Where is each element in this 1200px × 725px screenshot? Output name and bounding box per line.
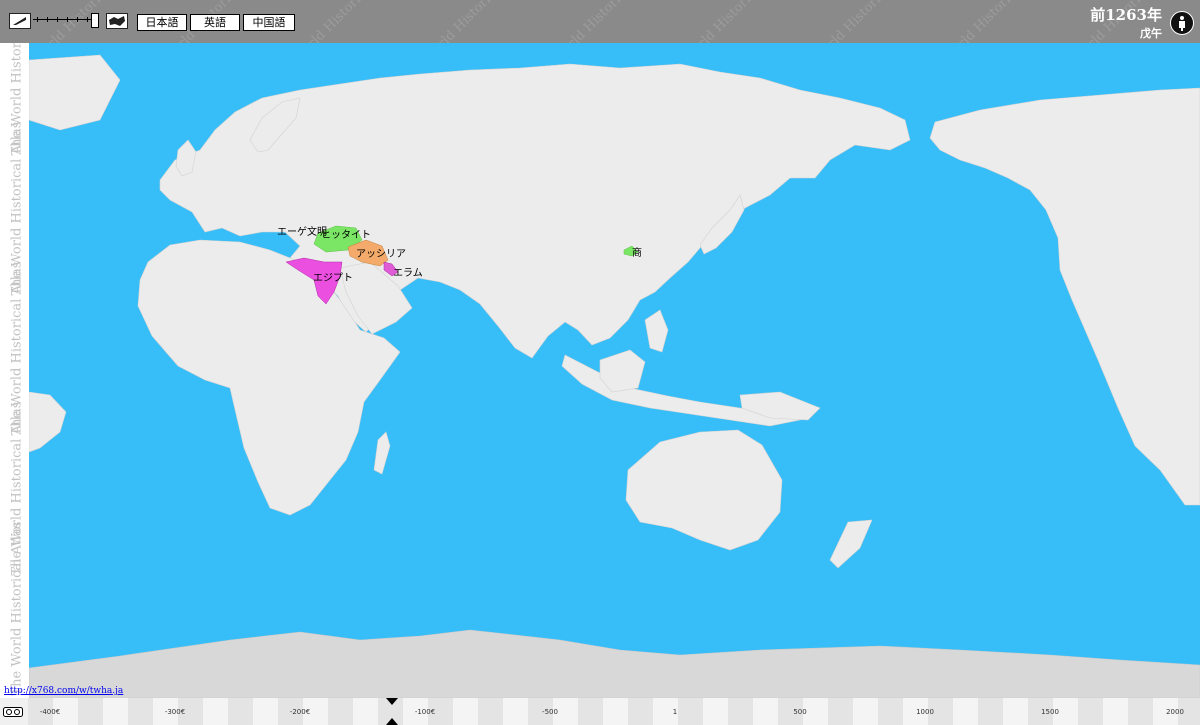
zoom-slider[interactable] xyxy=(33,12,103,28)
timeline-segment xyxy=(1103,698,1128,725)
left-watermark-strip: The World Historical Atlas The World His… xyxy=(0,43,29,698)
year-display: 前1263年 xyxy=(1090,6,1162,24)
lang-chinese-button[interactable]: 中国語 xyxy=(243,14,295,31)
south-america-landmass xyxy=(29,391,67,453)
watermark-text: The World Historical Atlas xyxy=(920,0,1054,43)
timeline-segment xyxy=(353,698,378,725)
label-hittite: ヒッタイト xyxy=(321,230,371,241)
timeline-label: -300€ xyxy=(164,708,186,716)
timeline-segment xyxy=(1128,698,1153,725)
timeline-label: 1500 xyxy=(1041,708,1059,716)
philippines-landmass xyxy=(644,309,669,353)
lang-english-button[interactable]: 英語 xyxy=(190,14,240,31)
timeline-bar[interactable]: -400€ -300€ -200€ -100€ -500 1 500 1000 … xyxy=(0,698,1200,725)
timeline-segment xyxy=(753,698,778,725)
timeline-segment xyxy=(228,698,253,725)
timeline-segment xyxy=(478,698,503,725)
sexagenary-cycle: 戊午 xyxy=(1140,27,1162,40)
watermark-text: The World Historical Atlas xyxy=(400,0,534,43)
lang-japanese-button[interactable]: 日本語 xyxy=(137,14,187,31)
borneo-landmass xyxy=(599,349,646,393)
label-aegean: エーゲ文明 xyxy=(277,227,327,238)
timeline-label: -100€ xyxy=(414,708,436,716)
timeline-label: -500 xyxy=(542,708,558,716)
timeline-segment xyxy=(978,698,1003,725)
timeline-label: -400€ xyxy=(39,708,61,716)
timeline-segment xyxy=(1078,698,1103,725)
north-america-landmass xyxy=(929,87,1200,506)
timeline-playback-icon[interactable] xyxy=(3,707,23,717)
label-shang: 商 xyxy=(632,248,642,259)
timeline-segment xyxy=(453,698,478,725)
timeline-segment xyxy=(678,698,703,725)
timeline-segment xyxy=(253,698,278,725)
timeline-label: 1 xyxy=(672,708,678,716)
timeline-segment xyxy=(603,698,628,725)
timeline-position-marker[interactable] xyxy=(386,698,398,725)
greenland-landmass xyxy=(29,54,121,131)
watermark-text: The World Historical Atlas xyxy=(530,0,664,43)
timeline-segment xyxy=(703,698,728,725)
timeline-segment xyxy=(103,698,128,725)
antarctica-landmass xyxy=(29,629,1200,698)
timeline-segment xyxy=(628,698,653,725)
timeline-segment xyxy=(803,698,828,725)
zoom-slider-thumb[interactable] xyxy=(91,13,99,28)
timeline-segment xyxy=(1003,698,1028,725)
label-elam: エラム xyxy=(393,268,423,279)
info-icon[interactable] xyxy=(1170,11,1194,35)
timeline-segment xyxy=(503,698,528,725)
timeline-segment xyxy=(728,698,753,725)
watermark-text: The World Historical Atlas xyxy=(660,0,794,43)
new-zealand-landmass xyxy=(829,519,873,569)
source-link[interactable]: http://x768.com/w/twha.ja xyxy=(4,686,123,696)
timeline-segment xyxy=(328,698,353,725)
world-map[interactable]: エーゲ文明 ヒッタイト アッシリア エジプト エラム 商 xyxy=(29,43,1200,698)
australia-landmass xyxy=(625,429,783,551)
timeline-segment xyxy=(578,698,603,725)
zoom-in-icon[interactable] xyxy=(106,13,128,29)
timeline-label: 2000 xyxy=(1166,708,1184,716)
top-toolbar: The World Historical Atlas The World His… xyxy=(0,0,1200,43)
timeline-segment xyxy=(203,698,228,725)
label-egypt: エジプト xyxy=(313,273,353,284)
madagascar-landmass xyxy=(373,431,391,475)
timeline-segment xyxy=(78,698,103,725)
watermark-text: The World Historical Atlas xyxy=(9,521,25,696)
timeline-segment xyxy=(878,698,903,725)
timeline-label: 1000 xyxy=(916,708,934,716)
timeline-label: -200€ xyxy=(289,708,311,716)
timeline-segment xyxy=(853,698,878,725)
timeline-segment xyxy=(828,698,853,725)
zoom-out-icon[interactable] xyxy=(9,13,31,29)
timeline-label: 500 xyxy=(793,708,807,716)
label-assyria: アッシリア xyxy=(356,249,406,260)
timeline-segment xyxy=(128,698,153,725)
land-masses xyxy=(29,54,1200,569)
timeline-segment xyxy=(953,698,978,725)
watermark-text: The World Historical Atlas xyxy=(790,0,924,43)
